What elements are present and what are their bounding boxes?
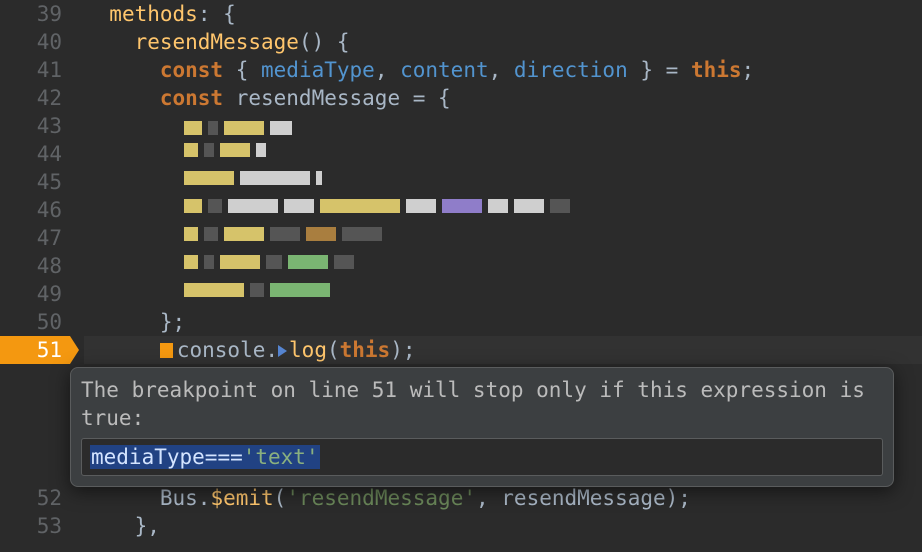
line-number[interactable]: 50 bbox=[0, 308, 62, 336]
expr-string: 'text' bbox=[243, 445, 319, 469]
code-line[interactable]: }, bbox=[84, 512, 922, 540]
expr-operator: === bbox=[205, 445, 243, 469]
code-line-obscured bbox=[84, 168, 922, 196]
condition-input[interactable]: mediaType==='text' bbox=[81, 438, 883, 476]
method-call: log bbox=[289, 338, 327, 362]
punctuation: }, bbox=[135, 514, 160, 538]
keyword: const bbox=[160, 58, 223, 82]
line-number[interactable]: 44 bbox=[0, 140, 62, 168]
line-number[interactable]: 48 bbox=[0, 252, 62, 280]
line-number[interactable]: 53 bbox=[0, 512, 62, 540]
method-name: resendMessage bbox=[135, 30, 299, 54]
punctuation: ; bbox=[742, 58, 755, 82]
breakpoint-icon[interactable] bbox=[160, 343, 173, 358]
line-number-gutter[interactable]: 39 40 41 42 43 44 45 46 47 48 49 50 51 5… bbox=[0, 0, 70, 552]
popup-label: The breakpoint on line 51 will stop only… bbox=[81, 376, 883, 432]
line-number[interactable]: 47 bbox=[0, 224, 62, 252]
string-literal: 'resendMessage' bbox=[286, 486, 476, 510]
punctuation: = { bbox=[413, 86, 451, 110]
selected-text: mediaType==='text' bbox=[90, 445, 320, 469]
code-line-breakpoint[interactable]: console. log(this); bbox=[84, 336, 922, 364]
punctuation: , bbox=[489, 58, 514, 82]
line-number[interactable]: 45 bbox=[0, 168, 62, 196]
punctuation: }; bbox=[160, 310, 185, 334]
keyword-this: this bbox=[691, 58, 742, 82]
punctuation: } = bbox=[628, 58, 691, 82]
identifier: direction bbox=[514, 58, 628, 82]
identifier: resendMessage bbox=[501, 486, 665, 510]
identifier: content bbox=[400, 58, 489, 82]
step-marker-icon bbox=[278, 345, 287, 357]
punctuation: : bbox=[198, 2, 211, 26]
punctuation: . bbox=[198, 486, 211, 510]
property-name: methods bbox=[109, 2, 198, 26]
line-number[interactable]: 43 bbox=[0, 112, 62, 140]
code-line[interactable]: methods: { bbox=[84, 0, 922, 28]
punctuation: ( bbox=[274, 486, 287, 510]
identifier: mediaType bbox=[261, 58, 375, 82]
keyword: const bbox=[160, 86, 223, 110]
line-number[interactable]: 39 bbox=[0, 0, 62, 28]
expr-identifier: mediaType bbox=[91, 445, 205, 469]
identifier: resendMessage bbox=[223, 86, 413, 110]
code-line[interactable]: const resendMessage = { bbox=[84, 84, 922, 112]
keyword-this: this bbox=[340, 338, 391, 362]
punctuation: () { bbox=[299, 30, 350, 54]
punctuation: , bbox=[476, 486, 501, 510]
line-number[interactable]: 42 bbox=[0, 84, 62, 112]
code-line[interactable]: resendMessage() { bbox=[84, 28, 922, 56]
line-number[interactable]: 41 bbox=[0, 56, 62, 84]
punctuation: ); bbox=[390, 338, 415, 362]
punctuation: , bbox=[375, 58, 400, 82]
line-number[interactable]: 52 bbox=[0, 484, 62, 512]
code-line[interactable]: }; bbox=[84, 308, 922, 336]
breakpoint-line-number[interactable]: 51 bbox=[0, 336, 70, 364]
code-line-obscured bbox=[84, 112, 922, 140]
identifier: Bus bbox=[160, 486, 198, 510]
line-number[interactable]: 40 bbox=[0, 28, 62, 56]
code-line[interactable]: Bus.$emit('resendMessage', resendMessage… bbox=[84, 484, 922, 512]
code-line[interactable]: const { mediaType, content, direction } … bbox=[84, 56, 922, 84]
code-line-obscured bbox=[84, 224, 922, 252]
punctuation: { bbox=[223, 58, 261, 82]
line-number[interactable]: 49 bbox=[0, 280, 62, 308]
code-line-obscured bbox=[84, 196, 922, 224]
line-number[interactable]: 46 bbox=[0, 196, 62, 224]
punctuation: ); bbox=[666, 486, 691, 510]
punctuation: . bbox=[265, 338, 278, 362]
code-line-obscured bbox=[84, 280, 922, 308]
punctuation: { bbox=[210, 2, 235, 26]
code-line-obscured bbox=[84, 140, 922, 168]
identifier: console bbox=[177, 338, 266, 362]
punctuation: ( bbox=[327, 338, 340, 362]
method-call: $emit bbox=[210, 486, 273, 510]
code-line-obscured bbox=[84, 252, 922, 280]
conditional-breakpoint-popup[interactable]: The breakpoint on line 51 will stop only… bbox=[70, 367, 894, 487]
